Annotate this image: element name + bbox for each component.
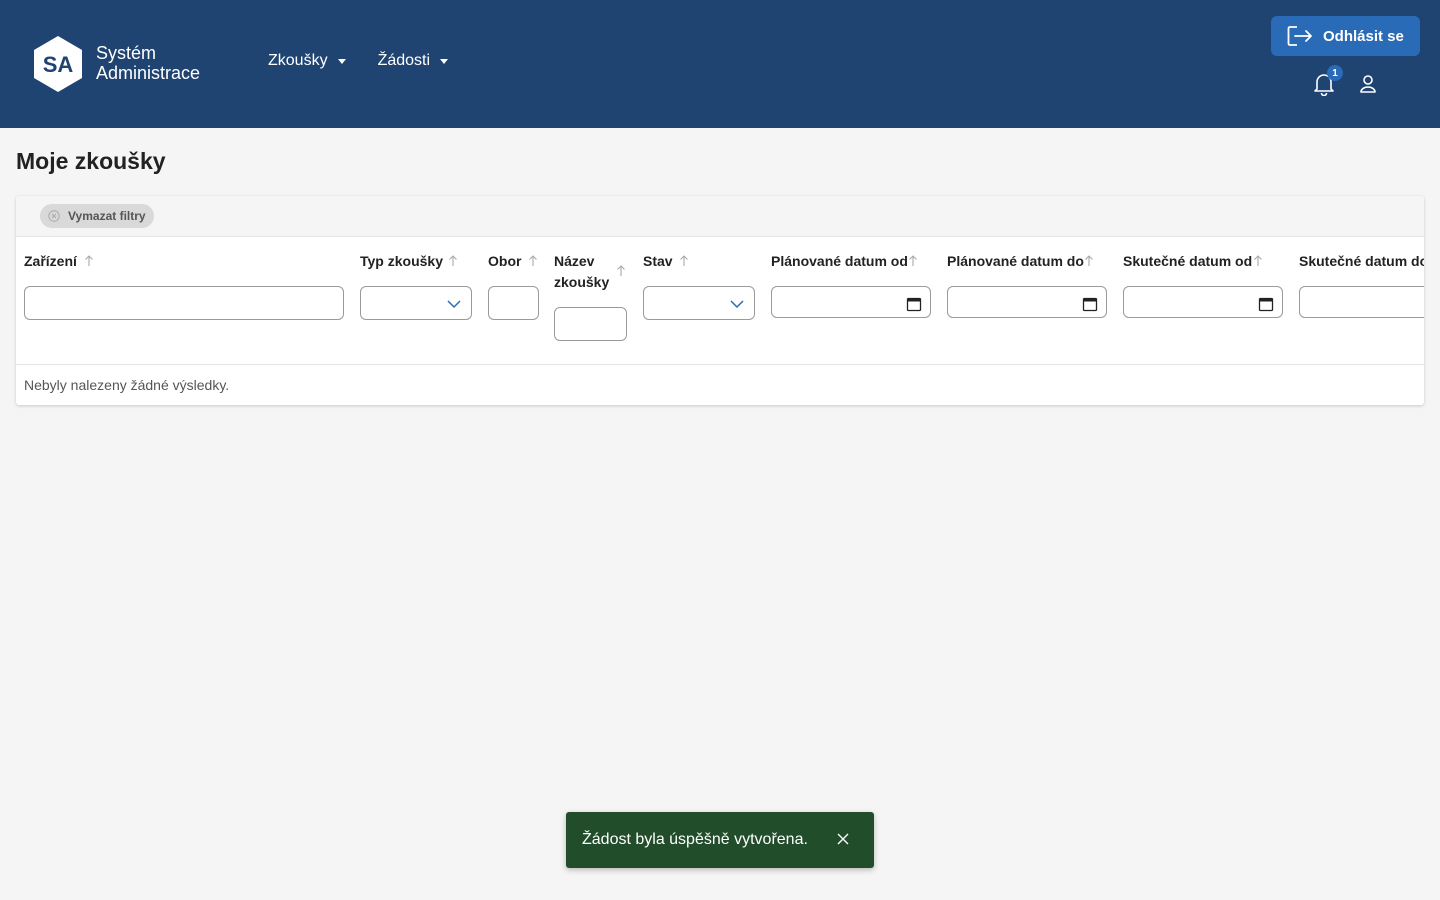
logout-button[interactable]: Odhlásit se: [1271, 16, 1420, 56]
empty-results-message: Nebyly nalezeny žádné výsledky.: [24, 377, 230, 393]
page-title: Moje zkoušky: [16, 148, 166, 174]
clear-filters-button[interactable]: Vymazat filtry: [40, 204, 154, 228]
brand-line-2: Administrace: [96, 63, 201, 83]
clear-filters-label: Vymazat filtry: [68, 209, 146, 223]
filter-date-skutecne-od[interactable]: [1123, 286, 1283, 318]
calendar-icon[interactable]: [906, 296, 922, 312]
main-nav: Zkoušky Žádosti: [268, 52, 449, 70]
nav-zadosti-label: Žádosti: [377, 52, 431, 69]
logo-hexagon-icon[interactable]: SA: [34, 36, 82, 92]
column-header-typ-zkousky[interactable]: Typ zkoušky: [360, 251, 443, 272]
filter-select-stav[interactable]: [643, 286, 755, 320]
logo-text: SA: [43, 52, 74, 77]
chevron-down-icon: [447, 300, 461, 309]
column-header-planovane-datum-od[interactable]: Plánované datum od: [771, 251, 908, 272]
sort-arrow-up-icon[interactable]: [84, 255, 94, 267]
results-table-card: Vymazat filtry Zařízení Typ zkoušky Obor…: [16, 196, 1424, 405]
chevron-down-icon: [730, 300, 744, 309]
caret-down-icon: [337, 58, 346, 64]
calendar-icon[interactable]: [1082, 296, 1098, 312]
calendar-icon[interactable]: [1258, 296, 1274, 312]
brand-name[interactable]: Systém Administrace: [96, 43, 200, 83]
column-header-obor[interactable]: Obor: [488, 251, 521, 272]
nav-zkousky-dropdown[interactable]: Zkoušky: [268, 52, 346, 70]
notification-badge: 1: [1327, 65, 1343, 81]
sort-arrow-up-icon[interactable]: [679, 255, 689, 267]
sort-arrow-up-icon[interactable]: [1253, 255, 1263, 267]
filter-select-typ-zkousky[interactable]: [360, 286, 472, 320]
column-header-nazev-zkousky[interactable]: Název zkoušky: [554, 251, 614, 293]
table-header-row: Zařízení Typ zkoušky Obor Název zkoušky …: [16, 237, 1424, 365]
success-toast: Žádost byla úspěšně vytvořena.: [566, 812, 874, 868]
brand-line-1: Systém: [96, 43, 157, 63]
column-header-skutecne-datum-do[interactable]: Skutečné datum do: [1299, 251, 1424, 272]
filter-input-zarizeni[interactable]: [24, 286, 344, 320]
filter-input-obor[interactable]: [488, 286, 539, 320]
sort-arrow-up-icon[interactable]: [908, 255, 918, 267]
nav-zadosti-dropdown[interactable]: Žádosti: [377, 52, 449, 70]
sort-arrow-up-icon[interactable]: [616, 265, 626, 277]
top-navbar: SA Systém Administrace Zkoušky Žádosti O…: [0, 0, 1440, 128]
caret-down-icon: [440, 58, 449, 64]
logout-icon: [1287, 26, 1312, 46]
user-icon[interactable]: [1358, 74, 1378, 94]
sort-arrow-up-icon[interactable]: [528, 255, 538, 267]
column-header-stav[interactable]: Stav: [643, 251, 673, 272]
logout-label: Odhlásit se: [1323, 27, 1404, 45]
column-header-skutecne-datum-od[interactable]: Skutečné datum od: [1123, 251, 1252, 272]
table-toolbar: Vymazat filtry: [16, 196, 1424, 237]
filter-date-skutecne-do[interactable]: [1299, 286, 1424, 318]
filter-date-planovane-do[interactable]: [947, 286, 1107, 318]
sort-arrow-up-icon[interactable]: [1084, 255, 1094, 267]
filter-date-planovane-od[interactable]: [771, 286, 931, 318]
sort-arrow-up-icon[interactable]: [448, 255, 458, 267]
column-header-planovane-datum-do[interactable]: Plánované datum do: [947, 251, 1084, 272]
toast-message: Žádost byla úspěšně vytvořena.: [582, 831, 808, 848]
close-icon[interactable]: [836, 832, 850, 846]
clear-circle-icon: [48, 210, 60, 222]
filter-input-nazev-zkousky[interactable]: [554, 307, 627, 341]
column-header-zarizeni[interactable]: Zařízení: [24, 251, 77, 272]
nav-zkousky-label: Zkoušky: [268, 52, 328, 69]
